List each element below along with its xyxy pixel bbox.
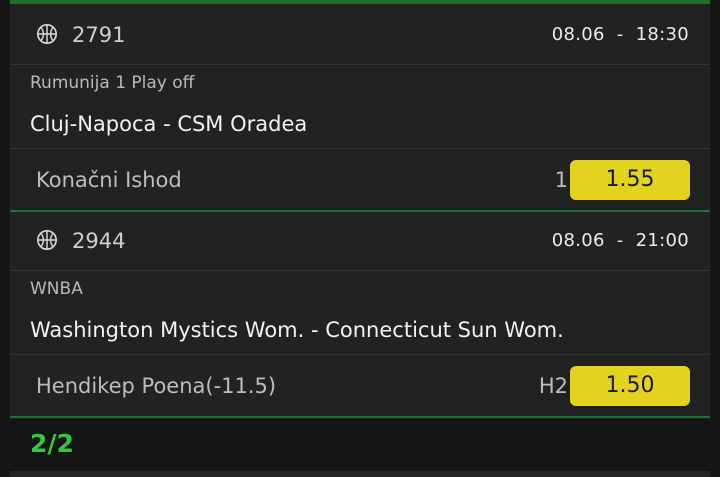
bet-date: 08.06 (551, 230, 605, 251)
odd-button[interactable]: 1.55 (570, 160, 690, 200)
divider (10, 64, 710, 65)
bet-header-1: 2791 08.06 - 18:30 (10, 4, 710, 64)
league-name: WNBA (30, 279, 83, 299)
basketball-icon (37, 24, 57, 44)
basketball-icon (37, 230, 57, 250)
bet-divider (10, 416, 710, 418)
divider (10, 354, 710, 355)
ticket-footer: 2/2 (10, 419, 710, 471)
market-name: Konačni Ishod (36, 168, 182, 192)
bet-datetime: 08.06 - 18:30 (551, 24, 689, 45)
ticket-panel: 2791 08.06 - 18:30 Rumunija 1 Play off C… (10, 0, 710, 477)
bottom-strip (10, 471, 710, 477)
divider (10, 148, 710, 149)
bet-header-2: 2944 08.06 - 21:00 (10, 212, 710, 270)
divider (10, 270, 710, 271)
bet-code: 2791 (72, 23, 126, 47)
bet-time: 18:30 (635, 24, 689, 45)
match-name: Cluj-Napoca - CSM Oradea (30, 112, 308, 136)
bet-count: 2/2 (30, 429, 74, 458)
bet-datetime: 08.06 - 21:00 (551, 230, 689, 251)
league-name: Rumunija 1 Play off (30, 73, 195, 93)
match-name: Washington Mystics Wom. - Connecticut Su… (30, 318, 564, 342)
bet-time: 21:00 (635, 230, 689, 251)
bet-code: 2944 (72, 229, 126, 253)
bet-date: 08.06 (551, 24, 605, 45)
pick-label: H2 (538, 374, 568, 398)
pick-label: 1 (554, 168, 568, 192)
market-name: Hendikep Poena(-11.5) (36, 374, 277, 398)
odd-button[interactable]: 1.50 (570, 366, 690, 406)
